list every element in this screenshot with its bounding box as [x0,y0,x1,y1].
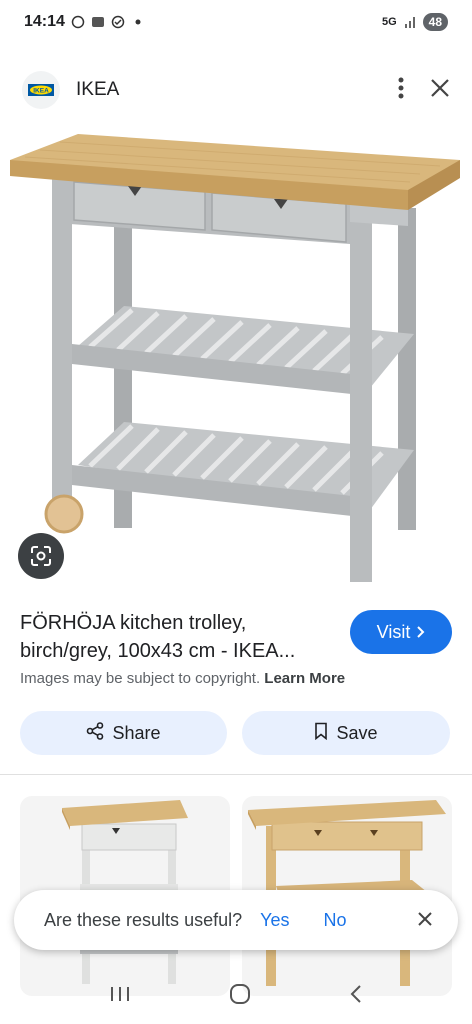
notification-dot-icon [131,15,145,29]
copyright-text: Images may be subject to copyright. [20,670,261,687]
network-type: 5G [381,16,397,28]
site-name: IKEA [76,79,120,100]
back-icon[interactable] [349,984,363,1009]
chevron-right-icon [416,622,425,643]
visit-label: Visit [376,621,411,642]
battery-indicator: 48 [422,13,448,31]
save-label: Save [336,722,378,743]
check-circle-icon [111,15,125,29]
ikea-logo: IKEA [22,71,60,109]
signal-icon [403,15,417,29]
source-header: IKEA IKEA [0,64,472,116]
google-lens-button[interactable] [18,533,64,579]
status-time: 14:14 [24,13,65,30]
result-title[interactable]: FÖRHÖJA kitchen trolley, birch/grey, 100… [20,609,340,665]
whatsapp-icon [71,15,85,29]
copyright-notice: Images may be subject to copyright. Lear… [20,670,345,687]
feedback-yes-button[interactable]: Yes [260,910,289,931]
more-options-icon[interactable] [398,77,404,104]
recent-apps-icon[interactable] [109,985,131,1008]
home-icon[interactable] [229,983,251,1010]
status-bar: 14:14 5G 48 [0,0,472,44]
close-icon[interactable] [430,78,450,103]
share-icon [86,721,104,745]
feedback-no-button[interactable]: No [323,910,346,931]
product-image[interactable] [0,120,472,596]
save-button[interactable]: Save [242,711,450,755]
feedback-prompt: Are these results useful? Yes No [14,890,458,950]
feedback-question: Are these results useful? [44,909,243,930]
lens-icon [31,546,51,566]
svg-text:IKEA: IKEA [33,87,49,94]
learn-more-link[interactable]: Learn More [264,670,345,687]
share-button[interactable]: Share [20,711,227,755]
visit-button[interactable]: Visit [350,610,452,654]
close-feedback-icon[interactable] [418,910,432,931]
bookmark-icon [314,722,328,745]
ring-app-icon [91,15,105,29]
share-label: Share [112,722,161,743]
section-divider [0,774,472,775]
system-nav-bar [0,968,472,1024]
